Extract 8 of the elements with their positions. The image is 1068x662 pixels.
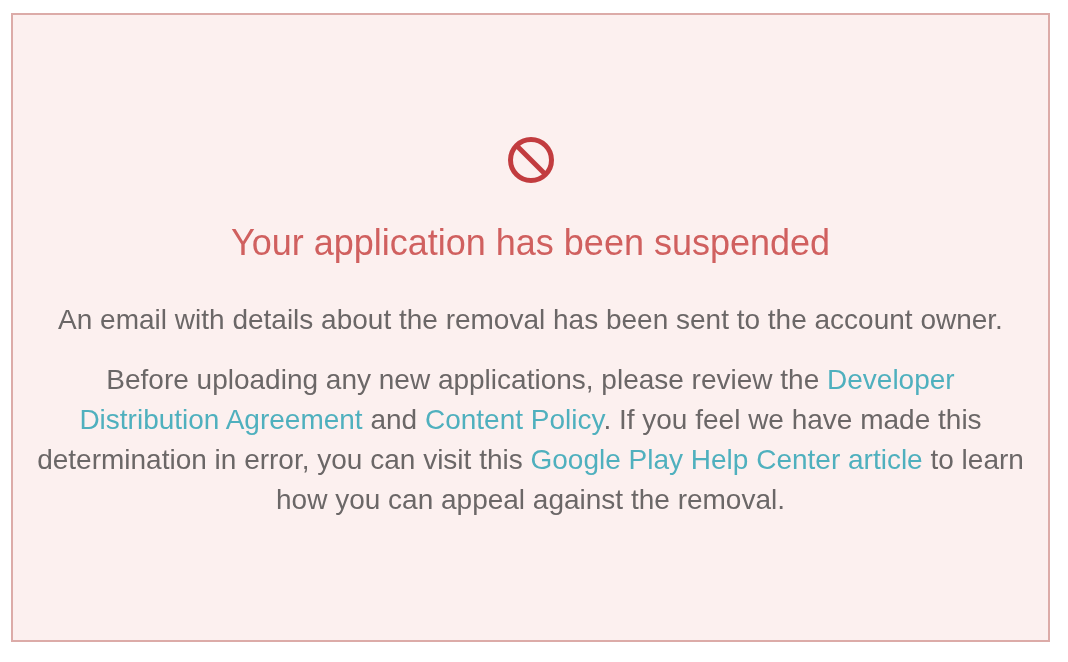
link[interactable]: Developer	[827, 364, 955, 395]
link[interactable]: Distribution Agreement	[79, 404, 363, 435]
link[interactable]: Google Play Help Center article	[530, 444, 923, 475]
prohibited-icon	[507, 137, 554, 183]
notice-paragraph: An email with details about the removal has been sent to the account owner.	[57, 303, 1004, 337]
link[interactable]: Content Policy	[424, 404, 604, 435]
notice-title: Your application has been suspended	[230, 223, 831, 263]
notice-paragraph: Before uploading any new applications, please review the Developer Distribution Agreement and Content Policy. If you feel we have made this determination in error, you can visit this Google Play Help Center article to learn how you can appeal against the removal.	[36, 363, 1025, 517]
